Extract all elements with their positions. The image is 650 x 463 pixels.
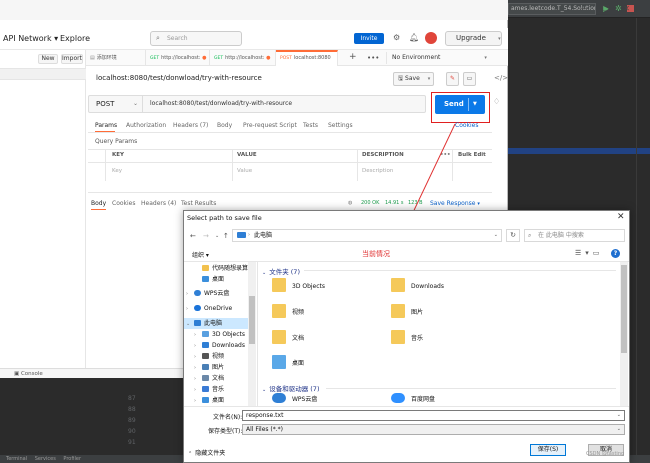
dialog-search-input[interactable]: ⌕ 在 此电脑 中搜索 [524, 229, 625, 242]
folder-icon [391, 278, 405, 292]
close-icon[interactable]: ✕ [617, 212, 625, 222]
filetype-label: 保存类型(T): [208, 428, 243, 435]
tree-item-wps-cloud[interactable]: › WPS云盘 [186, 288, 229, 299]
chevron-down-icon: ⌄ [262, 270, 267, 276]
dialog-title: Select path to save file [187, 214, 262, 222]
view-options-icon[interactable]: ☰▾▭ [575, 249, 603, 257]
drive-wps-cloud[interactable]: WPS云盘 [272, 393, 317, 407]
folder-icon [272, 278, 286, 292]
divider [304, 270, 616, 271]
folder-icon [272, 304, 286, 318]
cloud-icon [391, 393, 405, 403]
tree-item-videos[interactable]: › 视频 [186, 351, 224, 362]
folder-icon [272, 330, 286, 344]
forward-arrow-icon[interactable]: → [203, 232, 209, 240]
organize-menu[interactable]: 组织 ▾ [192, 250, 209, 259]
address-text: 此电脑 [254, 232, 273, 239]
back-arrow-icon[interactable]: ← [190, 232, 196, 240]
tree-item-downloads[interactable]: › Downloads [186, 340, 245, 351]
chevron-down-icon: ⌄ [262, 387, 267, 393]
tree-item-this-pc[interactable]: ⌄ 此电脑 [186, 318, 222, 329]
folder-icon [391, 304, 405, 318]
folder-icon [391, 330, 405, 344]
chevron-down-icon[interactable]: ⌄ [494, 230, 498, 241]
search-icon: ⌕ [528, 232, 532, 239]
divider [257, 262, 258, 406]
folder-icon [202, 265, 209, 271]
hide-folders-toggle[interactable]: ⌃ 隐藏文件夹 [188, 448, 225, 457]
dialog-save-button[interactable]: 保存(S) [530, 444, 566, 456]
content-scrollbar-thumb[interactable] [621, 265, 627, 353]
tree-scrollbar-thumb[interactable] [249, 296, 255, 344]
address-bar[interactable]: › 此电脑 ⌄ [232, 229, 502, 242]
divider [184, 406, 629, 407]
tree-item-3d-objects[interactable]: › 3D Objects [186, 329, 245, 340]
music-icon [202, 386, 209, 392]
desktop-icon [202, 276, 209, 282]
video-icon [202, 353, 209, 359]
folder-music[interactable]: 音乐 [391, 329, 423, 349]
folder-videos[interactable]: 视频 [272, 303, 304, 323]
refresh-icon[interactable]: ↻ [506, 229, 520, 242]
desktop-icon [202, 397, 209, 403]
cloud-icon [194, 290, 201, 296]
chevron-up-icon: ⌃ [188, 451, 193, 457]
filetype-select[interactable]: All Files (*.*) ⌄ [242, 424, 625, 435]
onedrive-icon [194, 305, 201, 311]
tree-item-pictures[interactable]: › 图片 [186, 362, 224, 373]
help-icon[interactable]: ? [611, 249, 620, 258]
document-icon [202, 375, 209, 381]
folder-desktop[interactable]: 桌面 [272, 354, 304, 374]
chevron-right-icon: › [248, 232, 250, 238]
folder-downloads[interactable]: Downloads [391, 277, 444, 297]
computer-icon [194, 320, 201, 326]
tree-item-code-folder[interactable]: 代码随想录算法 [186, 263, 254, 274]
chevron-down-icon: ⌄ [616, 426, 621, 432]
tree-item-music[interactable]: › 音乐 [186, 384, 224, 395]
tree-item-documents[interactable]: › 文档 [186, 373, 224, 384]
filename-input[interactable]: response.txt ⌄ [242, 410, 625, 421]
folder-pictures[interactable]: 图片 [391, 303, 423, 323]
download-icon [202, 342, 209, 348]
annotation-note: 当前情况 [362, 250, 390, 258]
computer-icon [237, 232, 246, 238]
filename-label: 文件名(N): [213, 414, 243, 421]
picture-icon [202, 364, 209, 370]
tree-item-onedrive[interactable]: › OneDrive [186, 303, 232, 314]
chevron-down-icon[interactable]: ⌄ [215, 233, 219, 239]
cube-icon [202, 331, 209, 337]
tree-item-desktop[interactable]: 桌面 [186, 274, 224, 285]
desktop-folder-icon [272, 355, 286, 369]
drive-baidu-netdisk[interactable]: 百度网盘 [391, 393, 435, 407]
cloud-icon [272, 393, 286, 403]
group-folders-title[interactable]: ⌄ 文件夹 (7) [262, 266, 300, 276]
up-arrow-icon[interactable]: ↑ [223, 232, 229, 240]
tree-item-desktop-2[interactable]: › 桌面 [186, 395, 224, 406]
group-drives-title[interactable]: ⌄ 设备和驱动器 (7) [262, 383, 319, 393]
folder-documents[interactable]: 文档 [272, 329, 304, 349]
search-placeholder: 在 此电脑 中搜索 [538, 232, 584, 239]
folder-3d-objects[interactable]: 3D Objects [272, 277, 325, 297]
watermark: CSDN @tasting [586, 451, 625, 457]
divider [326, 388, 616, 389]
chevron-down-icon[interactable]: ⌄ [617, 411, 621, 420]
